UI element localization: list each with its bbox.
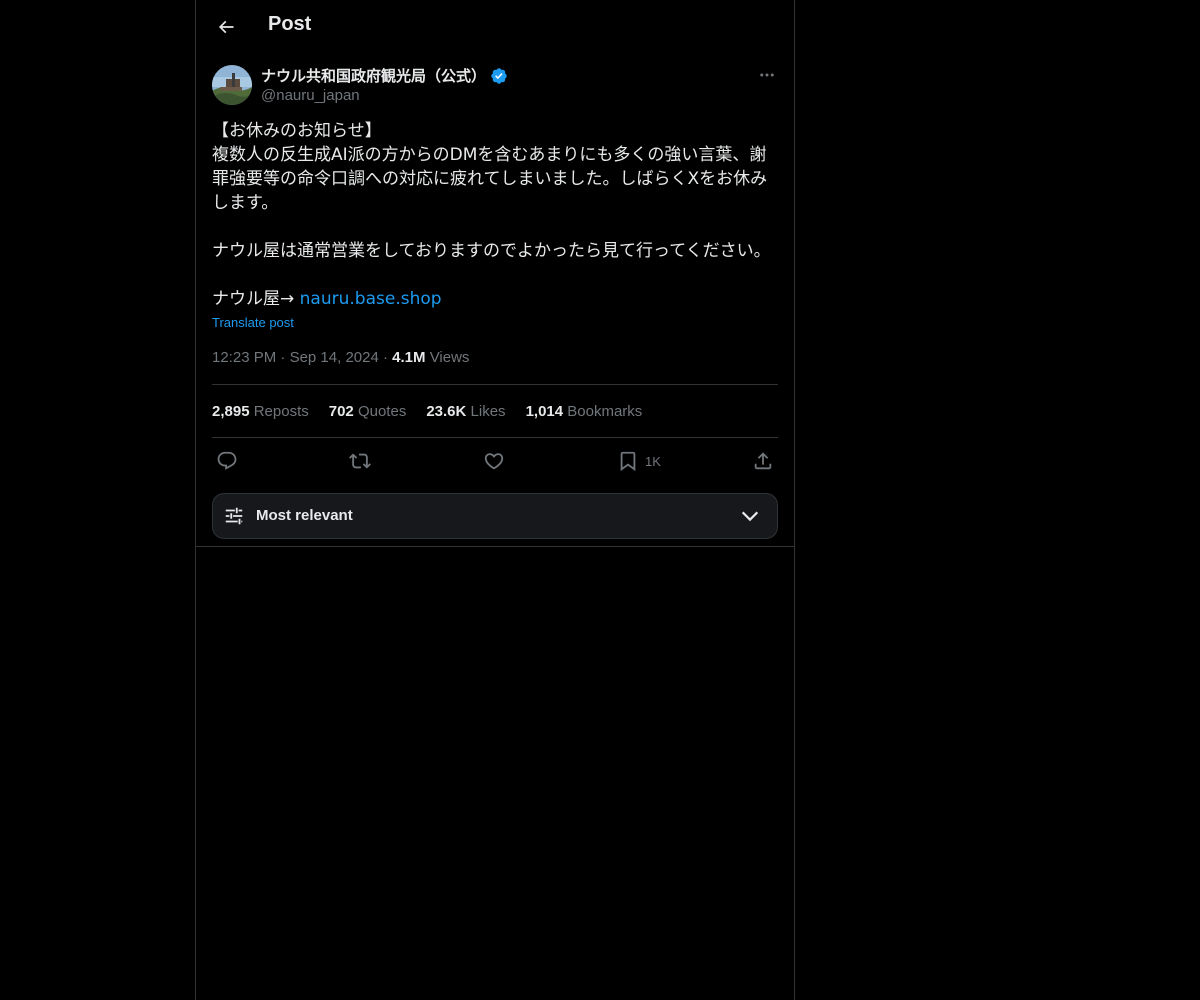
bookmarks-label: Bookmarks — [567, 403, 643, 420]
post-text: 【お休みのお知らせ】 複数人の反生成AI派の方からのDMを含むあまりにも多くの強… — [212, 119, 778, 311]
post: ナウル共和国政府観光局（公式） @nauru_japan 【お休みのお知らせ】 … — [212, 64, 778, 539]
author-name-text: ナウル共和国政府観光局（公式） — [261, 68, 487, 85]
author-handle[interactable]: @nauru_japan — [261, 87, 360, 104]
reply-icon — [217, 451, 237, 470]
quotes-stat[interactable]: 702 Quotes — [329, 403, 407, 420]
shop-link[interactable]: nauru.base.shop — [300, 289, 442, 309]
views-count: 4.1M — [392, 349, 426, 366]
arrow-left-icon — [218, 20, 234, 34]
post-line: ナウル屋→ — [212, 289, 300, 309]
divider — [212, 437, 778, 438]
bookmarks-stat[interactable]: 1,014 Bookmarks — [526, 403, 643, 420]
bookmark-count: 1K — [645, 453, 661, 469]
likes-stat[interactable]: 23.6K Likes — [426, 403, 505, 420]
verified-badge-icon — [491, 67, 507, 84]
avatar[interactable] — [212, 65, 252, 105]
post-stats: 2,895 Reposts 702 Quotes 23.6K Likes 1,0… — [212, 403, 642, 420]
meta-separator: · — [280, 349, 286, 366]
reply-button[interactable] — [216, 448, 238, 474]
likes-count: 23.6K — [426, 403, 467, 420]
main-column: Post ナウル共和国政府観光局（公式） @nauru_japan 【お休みのお… — [195, 0, 795, 1000]
post-line: 【お休みのお知らせ】 — [212, 121, 382, 141]
quotes-label: Quotes — [357, 403, 407, 420]
repost-icon — [349, 453, 371, 469]
share-icon — [754, 452, 772, 470]
section-divider — [196, 546, 794, 547]
action-bar: 1K — [212, 448, 778, 474]
reply-sort-dropdown[interactable]: Most relevant — [212, 493, 778, 539]
like-button[interactable] — [483, 448, 505, 474]
author-row: ナウル共和国政府観光局（公式） @nauru_japan — [212, 64, 778, 108]
post-time[interactable]: 12:23 PM — [212, 349, 276, 366]
translate-post-link[interactable]: Translate post — [212, 315, 294, 330]
reposts-label: Reposts — [253, 403, 309, 420]
bookmarks-count: 1,014 — [525, 403, 564, 420]
more-options-button[interactable] — [756, 64, 778, 86]
post-date[interactable]: Sep 14, 2024 — [290, 349, 379, 366]
sliders-icon — [225, 507, 243, 525]
post-line-link: ナウル屋→ nauru.base.shop — [212, 287, 778, 311]
likes-label: Likes — [470, 403, 506, 420]
more-dots-icon — [760, 73, 774, 77]
meta-separator: · — [382, 349, 388, 366]
bookmark-icon — [620, 451, 636, 472]
reposts-count: 2,895 — [212, 403, 250, 420]
back-button[interactable] — [208, 9, 244, 45]
page-title: Post — [268, 13, 312, 35]
views-label: Views — [429, 349, 470, 366]
post-meta: 12:23 PM · Sep 14, 2024 · 4.1M Views — [212, 349, 469, 366]
reposts-stat[interactable]: 2,895 Reposts — [212, 403, 309, 420]
bookmark-button[interactable]: 1K — [617, 448, 661, 474]
quotes-count: 702 — [328, 403, 354, 420]
heart-icon — [484, 453, 504, 470]
author-name[interactable]: ナウル共和国政府観光局（公式） — [261, 65, 508, 86]
sort-label: Most relevant — [256, 507, 353, 524]
page-header: Post — [196, 0, 794, 54]
post-line: ナウル屋は通常営業をしておりますのでよかったら見て行ってください。 — [212, 241, 771, 261]
chevron-down-icon — [741, 511, 759, 522]
divider — [212, 384, 778, 385]
repost-button[interactable] — [349, 448, 371, 474]
share-button[interactable] — [752, 448, 774, 474]
post-line: 複数人の反生成AI派の方からのDMを含むあまりにも多くの強い言葉、謝罪強要等の命… — [212, 145, 768, 213]
